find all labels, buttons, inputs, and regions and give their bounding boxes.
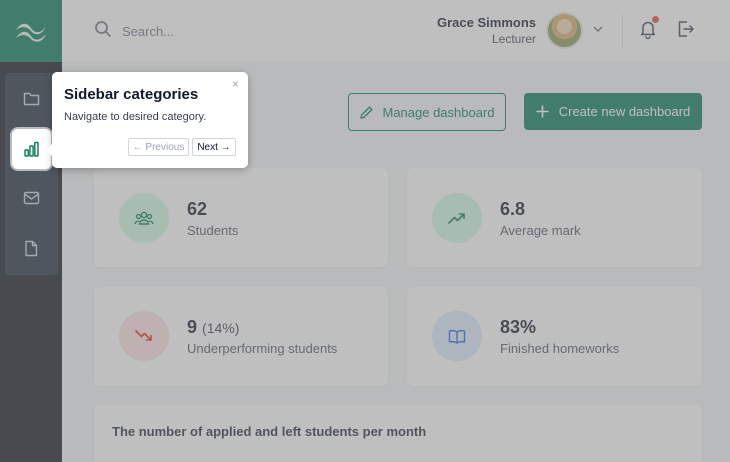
tooltip-title: Sidebar categories [64, 86, 199, 103]
tour-overlay[interactable] [0, 0, 730, 462]
tour-tooltip: × Sidebar categories Navigate to desired… [46, 72, 248, 168]
close-icon[interactable]: × [232, 77, 239, 91]
tooltip-arrow [46, 144, 52, 156]
previous-button[interactable]: ← Previous [128, 138, 189, 156]
next-button[interactable]: Next → [192, 138, 236, 156]
bar-chart-icon [24, 141, 39, 157]
tooltip-description: Navigate to desired category. [64, 111, 207, 123]
